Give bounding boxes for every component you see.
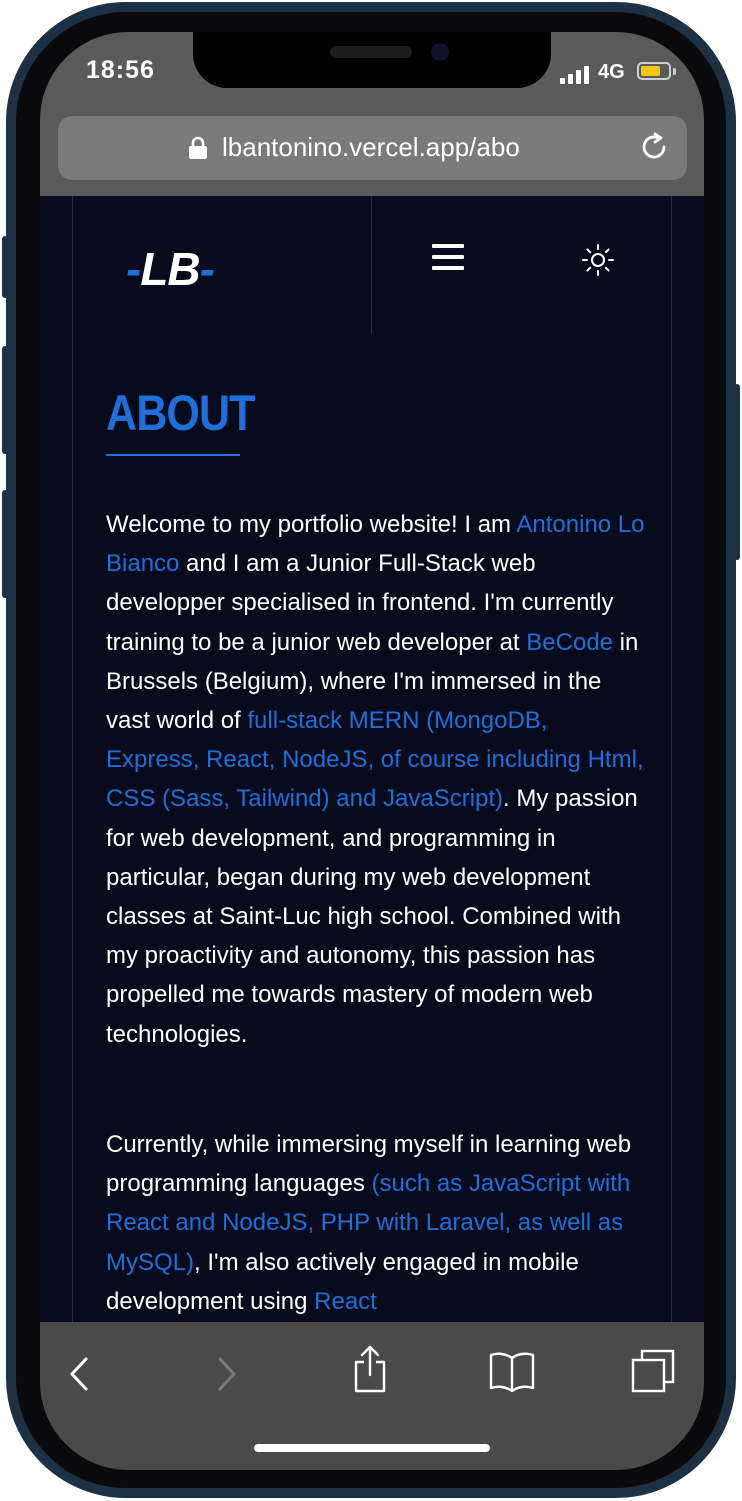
notch [193, 32, 551, 88]
about-paragraph-2: Currently, while immersing myself in lea… [106, 1125, 646, 1321]
front-camera [431, 43, 449, 61]
battery-icon [637, 62, 671, 80]
menu-icon[interactable] [432, 244, 466, 274]
grid-line-right [671, 196, 672, 334]
network-label: 4G [598, 61, 625, 83]
lock-icon [189, 136, 207, 159]
reload-icon[interactable] [640, 132, 670, 162]
signal-icon [560, 66, 590, 84]
grid-line-middle [371, 196, 372, 334]
highlight-link[interactable]: BeCode [526, 629, 613, 656]
battery-tip [673, 68, 676, 75]
about-title-underline [106, 454, 240, 456]
forward-icon[interactable] [216, 1356, 238, 1392]
home-indicator[interactable] [254, 1444, 490, 1452]
url-text[interactable]: lbantonino.vercel.app/abo [222, 132, 520, 163]
status-bar: 18:56 4G [40, 32, 704, 116]
power-button [734, 384, 740, 560]
highlight-link[interactable]: React [314, 1288, 377, 1315]
volume-up-button [2, 346, 8, 454]
tabs-icon[interactable] [630, 1348, 676, 1394]
site-logo[interactable]: -LB- [126, 242, 215, 296]
paragraph-text: Welcome to my portfolio website! I am [106, 511, 517, 538]
about-paragraph-1: Welcome to my portfolio website! I am An… [106, 505, 646, 1054]
bookmarks-icon[interactable] [488, 1350, 536, 1392]
share-icon[interactable] [352, 1344, 388, 1394]
site-header: -LB- [40, 196, 704, 335]
about-section: ABOUT Welcome to my portfolio website! I… [40, 334, 704, 1324]
back-icon[interactable] [68, 1356, 90, 1392]
paragraph-text: . My passion for web development, and pr… [106, 785, 638, 1048]
speaker [330, 46, 412, 58]
logo-dash-left: - [126, 243, 141, 295]
address-bar[interactable]: lbantonino.vercel.app/abo [58, 116, 687, 180]
phone-screen: 18:56 4G lbantonino.vercel.app/abo -LB- … [40, 32, 704, 1470]
mute-switch [2, 236, 8, 298]
logo-dash-right: - [199, 243, 215, 295]
grid-line-left [72, 196, 73, 334]
content-grid-line-left [72, 334, 73, 1324]
logo-text: LB [140, 243, 200, 295]
content-grid-line-right [671, 334, 672, 1324]
volume-down-button [2, 490, 8, 598]
browser-toolbar [40, 1322, 704, 1470]
status-time: 18:56 [86, 56, 155, 84]
about-title: ABOUT [106, 385, 255, 441]
browser-address-area: lbantonino.vercel.app/abo [40, 116, 704, 196]
sun-icon[interactable] [580, 242, 616, 278]
